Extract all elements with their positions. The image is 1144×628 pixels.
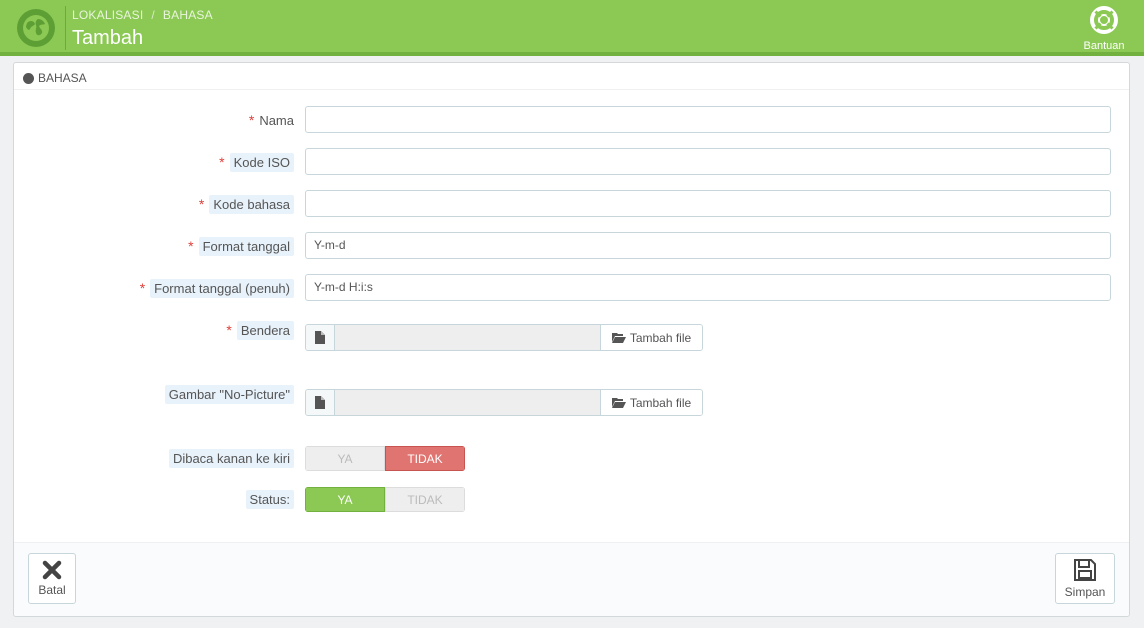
header-divider — [65, 6, 66, 50]
field-label-gambar-no-picture: Gambar "No-Picture" — [164, 385, 294, 404]
kode-iso-input[interactable] — [305, 148, 1111, 175]
bendera-add-file-button[interactable]: Tambah file — [600, 325, 702, 350]
file-icon — [306, 390, 335, 415]
cancel-button[interactable]: Batal — [28, 553, 76, 604]
bendera-file-input: Tambah file — [305, 324, 703, 351]
form-panel: BAHASA * Nama * Kode ISO * Kode bahasa * For… — [13, 62, 1130, 617]
kode-bahasa-input[interactable] — [305, 190, 1111, 217]
globe-icon — [23, 72, 34, 84]
nama-input[interactable] — [305, 106, 1111, 133]
field-label-nama: * Nama — [248, 112, 294, 128]
close-icon — [42, 560, 62, 580]
help-button[interactable]: Bantuan — [1078, 6, 1130, 52]
breadcrumb-separator: / — [151, 8, 155, 22]
no-picture-add-file-button[interactable]: Tambah file — [600, 390, 702, 415]
no-picture-filename-field[interactable] — [335, 390, 600, 415]
required-mark: * — [198, 196, 205, 212]
field-label-rtl: Dibaca kanan ke kiri — [168, 449, 294, 468]
format-tanggal-input[interactable]: Y-m-d — [305, 232, 1111, 259]
save-button[interactable]: Simpan — [1055, 553, 1115, 604]
globe-logo-icon — [17, 9, 55, 47]
status-no-option[interactable]: TIDAK — [385, 487, 465, 512]
required-mark: * — [188, 238, 194, 254]
format-tanggal-penuh-input[interactable]: Y-m-d H:i:s — [305, 274, 1111, 301]
panel-heading: BAHASA — [14, 63, 1129, 90]
field-label-status: Status: — [245, 490, 294, 509]
rtl-yes-option[interactable]: YA — [305, 446, 385, 471]
bendera-filename-field[interactable] — [335, 325, 600, 350]
cancel-label: Batal — [38, 583, 66, 597]
status-switch: YA TIDAK — [305, 487, 465, 512]
breadcrumb-item-bahasa[interactable]: BAHASA — [163, 8, 213, 22]
breadcrumb: LOKALISASI / BAHASA — [72, 8, 213, 22]
panel-footer: Batal Simpan — [14, 542, 1129, 616]
file-icon — [306, 325, 335, 350]
field-label-bendera: * Bendera — [226, 321, 294, 340]
save-icon — [1074, 559, 1096, 581]
save-label: Simpan — [1064, 585, 1106, 599]
panel-heading-label: BAHASA — [38, 71, 87, 85]
lifebuoy-icon — [1090, 6, 1118, 34]
folder-open-icon — [611, 333, 626, 343]
page-title: Tambah — [72, 27, 144, 49]
required-mark: * — [219, 154, 225, 170]
field-label-kode-bahasa: * Kode bahasa — [198, 195, 294, 214]
status-yes-option[interactable]: YA — [305, 487, 385, 512]
required-mark: * — [139, 280, 146, 296]
help-label: Bantuan — [1083, 40, 1125, 52]
no-picture-file-input: Tambah file — [305, 389, 703, 416]
required-mark: * — [248, 112, 255, 128]
field-label-format-tanggal-penuh: * Format tanggal (penuh) — [139, 279, 294, 298]
rtl-no-option[interactable]: TIDAK — [385, 446, 465, 471]
field-label-format-tanggal: * Format tanggal — [188, 237, 294, 256]
folder-open-icon — [611, 398, 626, 408]
required-mark: * — [226, 322, 232, 338]
page-header: LOKALISASI / BAHASA Tambah Bantuan — [0, 0, 1144, 56]
breadcrumb-item-lokalisasi[interactable]: LOKALISASI — [72, 8, 143, 22]
field-label-kode-iso: * Kode ISO — [219, 153, 294, 172]
rtl-switch: YA TIDAK — [305, 446, 465, 471]
